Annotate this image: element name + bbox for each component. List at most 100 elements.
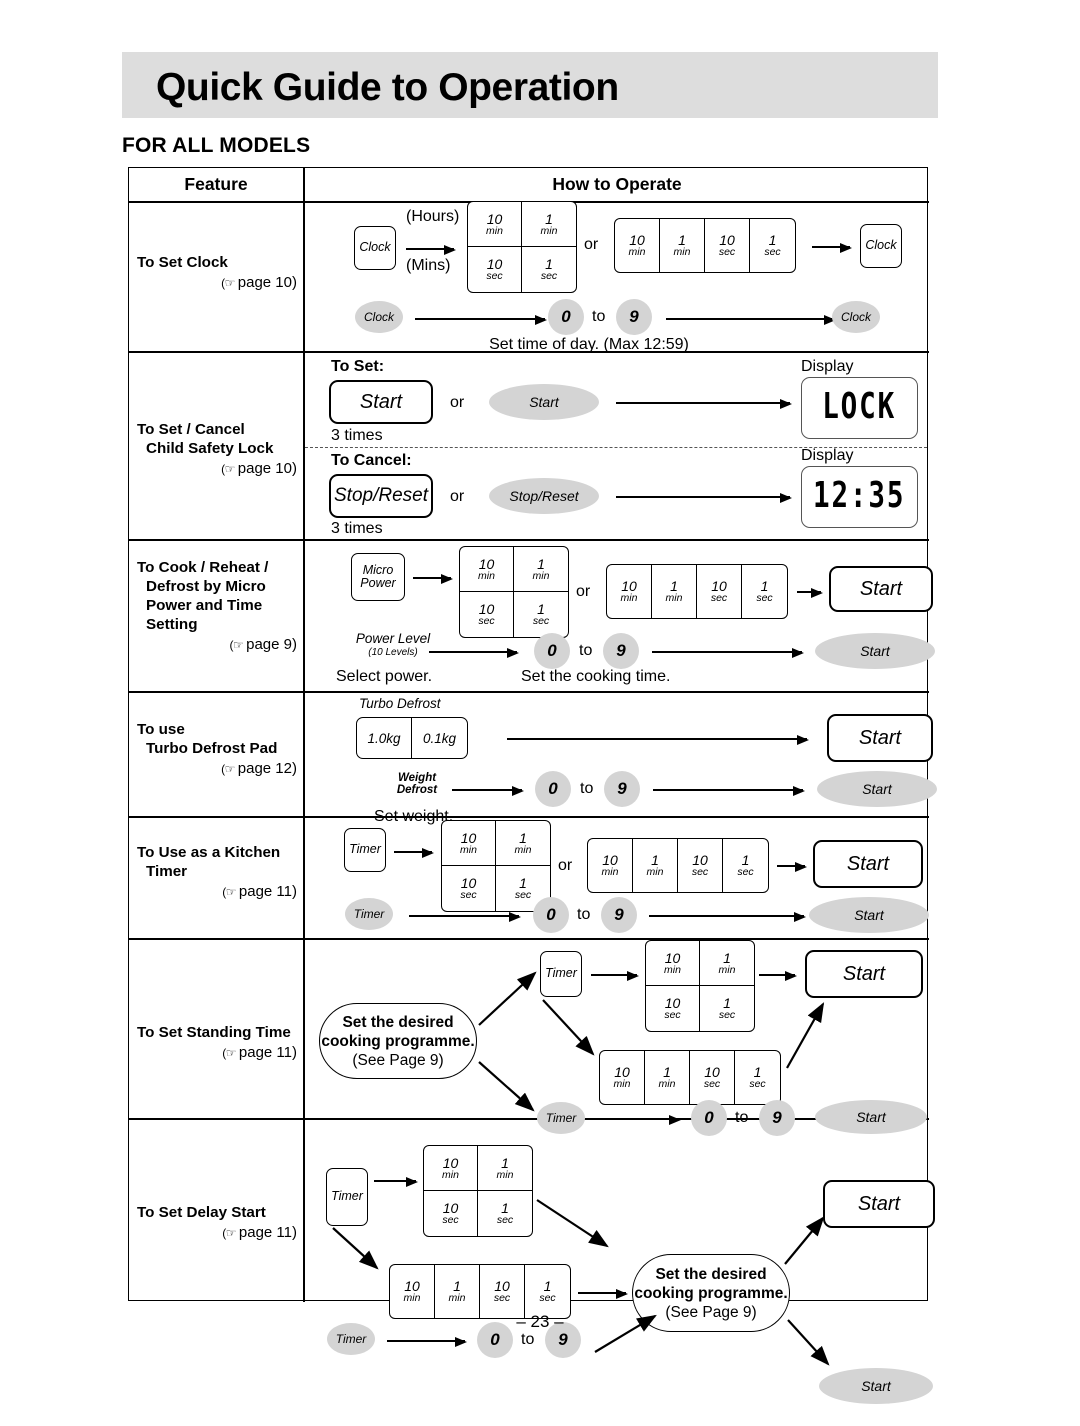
pad-1-min[interactable]: 1 min bbox=[522, 202, 576, 247]
arrow-right bbox=[415, 314, 547, 325]
arrow-right bbox=[652, 647, 804, 658]
time-pad-1x4[interactable]: 10 min 1 min 10 sec 1 sec bbox=[606, 564, 788, 619]
pad-10-sec[interactable]: 10 sec bbox=[690, 1051, 735, 1104]
start-pad[interactable]: Start bbox=[489, 384, 599, 420]
pad-10-min[interactable]: 10 min bbox=[600, 1051, 645, 1104]
pad-1-sec[interactable]: 1 sec bbox=[525, 1265, 570, 1318]
pad-10-sec[interactable]: 10 sec bbox=[678, 839, 723, 892]
timer-key[interactable]: Timer bbox=[540, 951, 582, 997]
pad-1-min[interactable]: 1 min bbox=[514, 547, 568, 592]
pad-1-sec[interactable]: 1 sec bbox=[742, 565, 787, 618]
pad-10-sec[interactable]: 10 sec bbox=[442, 866, 496, 911]
arrow-right bbox=[409, 911, 521, 922]
digit-9-pad[interactable]: 9 bbox=[616, 299, 652, 335]
pad-10-min[interactable]: 10 min bbox=[468, 202, 522, 247]
time-pad-1x4[interactable]: 10 min 1 min 10 sec 1 sec bbox=[389, 1264, 571, 1319]
pad-1-sec[interactable]: 1 sec bbox=[522, 247, 576, 292]
pad-1-min[interactable]: 1 min bbox=[478, 1146, 532, 1191]
pad-10-sec[interactable]: 10 sec bbox=[480, 1265, 525, 1318]
pad-10-min[interactable]: 10 min bbox=[460, 547, 514, 592]
turbo-defrost-pad[interactable]: 1.0kg 0.1kg bbox=[356, 717, 468, 759]
pad-10-min[interactable]: 10 min bbox=[390, 1265, 435, 1318]
pad-10-min[interactable]: 10 min bbox=[615, 219, 660, 272]
pad-1-min[interactable]: 1 min bbox=[496, 821, 550, 866]
micro-power-key[interactable]: Micro Power bbox=[351, 553, 405, 601]
pad-10-sec[interactable]: 10 sec bbox=[468, 247, 522, 292]
time-pad-2x2[interactable]: 10 min 1 min 10 sec 1 sec bbox=[441, 820, 551, 912]
digit-0-pad[interactable]: 0 bbox=[535, 771, 571, 807]
pad-1-sec[interactable]: 1 sec bbox=[514, 592, 568, 637]
power-level-pad[interactable]: Power Level (10 Levels) bbox=[354, 632, 432, 659]
pad-1-sec[interactable]: 1 sec bbox=[723, 839, 768, 892]
start-key[interactable]: Start bbox=[329, 380, 433, 424]
pad-1-sec[interactable]: 1 sec bbox=[735, 1051, 780, 1104]
pad-1-min[interactable]: 1 min bbox=[660, 219, 705, 272]
pad-1-sec[interactable]: 1 sec bbox=[750, 219, 795, 272]
page-reference: (☞ page 12) bbox=[221, 760, 297, 777]
to-set-label: To Set: bbox=[331, 358, 385, 375]
start-pad[interactable]: Start bbox=[817, 771, 937, 807]
pad-10-min[interactable]: 10 min bbox=[424, 1146, 478, 1191]
time-pad-2x2[interactable]: 10 min 1 min 10 sec 1 sec bbox=[467, 201, 577, 293]
pad-1-sec[interactable]: 1 sec bbox=[478, 1191, 532, 1236]
pad-10-sec[interactable]: 10 sec bbox=[705, 219, 750, 272]
timer-key[interactable]: Timer bbox=[326, 1168, 368, 1226]
stop-reset-pad[interactable]: Stop/Reset bbox=[489, 478, 599, 514]
start-pad[interactable]: Start bbox=[819, 1368, 933, 1404]
digit-0-pad[interactable]: 0 bbox=[548, 299, 584, 335]
digit-0-pad[interactable]: 0 bbox=[533, 897, 569, 933]
clock-key[interactable]: Clock bbox=[860, 224, 902, 268]
arrow-right bbox=[578, 1288, 628, 1299]
start-key[interactable]: Start bbox=[813, 840, 923, 888]
digit-0-pad[interactable]: 0 bbox=[534, 633, 570, 669]
start-key[interactable]: Start bbox=[827, 714, 933, 762]
stop-reset-key[interactable]: Stop/Reset bbox=[329, 474, 433, 518]
clock-pad[interactable]: Clock bbox=[832, 301, 880, 333]
timer-pad[interactable]: Timer bbox=[345, 898, 393, 930]
pad-1-min[interactable]: 1 min bbox=[652, 565, 697, 618]
digit-9-pad[interactable]: 9 bbox=[759, 1100, 795, 1136]
clock-pad[interactable]: Clock bbox=[355, 301, 403, 333]
start-key[interactable]: Start bbox=[805, 950, 923, 998]
pad-10-min[interactable]: 10 min bbox=[646, 941, 700, 986]
time-pad-1x4[interactable]: 10 min 1 min 10 sec 1 sec bbox=[587, 838, 769, 893]
pad-10-min[interactable]: 10 min bbox=[442, 821, 496, 866]
digit-9-pad[interactable]: 9 bbox=[601, 897, 637, 933]
start-key[interactable]: Start bbox=[829, 566, 933, 612]
start-key[interactable]: Start bbox=[823, 1180, 935, 1228]
digit-0-pad[interactable]: 0 bbox=[691, 1100, 727, 1136]
time-pad-1x4[interactable]: 10 min 1 min 10 sec 1 sec bbox=[599, 1050, 781, 1105]
row-divider bbox=[129, 816, 929, 818]
time-pad-1x4[interactable]: 10 min 1 min 10 sec 1 sec bbox=[614, 218, 796, 273]
time-pad-2x2[interactable]: 10 min 1 min 10 sec 1 sec bbox=[423, 1145, 533, 1237]
arrow-diagonal-up bbox=[478, 971, 537, 1026]
pad-1-min[interactable]: 1 min bbox=[633, 839, 678, 892]
pad-10-min[interactable]: 10 min bbox=[607, 565, 652, 618]
pad-10-sec[interactable]: 10 sec bbox=[646, 986, 700, 1031]
start-pad[interactable]: Start bbox=[815, 1100, 927, 1134]
feature-title: To Cook / Reheat / bbox=[137, 559, 269, 576]
weight-1kg-key[interactable]: 1.0kg bbox=[357, 718, 412, 758]
time-pad-2x2[interactable]: 10 min 1 min 10 sec 1 sec bbox=[645, 940, 755, 1032]
weight-defrost-pad[interactable]: Weight Defrost bbox=[389, 772, 445, 796]
start-pad[interactable]: Start bbox=[815, 633, 935, 669]
pad-1-min[interactable]: 1 min bbox=[645, 1051, 690, 1104]
timer-key[interactable]: Timer bbox=[344, 828, 386, 872]
timer-pad[interactable]: Timer bbox=[537, 1102, 585, 1134]
weight-0-1kg-key[interactable]: 0.1kg bbox=[412, 718, 467, 758]
digit-9-pad[interactable]: 9 bbox=[603, 633, 639, 669]
pad-10-sec[interactable]: 10 sec bbox=[460, 592, 514, 637]
pad-1-min[interactable]: 1 min bbox=[700, 941, 754, 986]
start-pad[interactable]: Start bbox=[809, 897, 929, 933]
cooking-programme-capsule[interactable]: Set the desired cooking programme. (See … bbox=[319, 1003, 477, 1079]
pad-1-min[interactable]: 1 min bbox=[435, 1265, 480, 1318]
pad-10-min[interactable]: 10 min bbox=[588, 839, 633, 892]
pad-1-sec[interactable]: 1 sec bbox=[700, 986, 754, 1031]
pad-10-sec[interactable]: 10 sec bbox=[697, 565, 742, 618]
clock-key[interactable]: Clock bbox=[354, 226, 396, 270]
or-label: or bbox=[450, 394, 465, 411]
time-pad-2x2[interactable]: 10 min 1 min 10 sec 1 sec bbox=[459, 546, 569, 638]
arrow-diagonal-down bbox=[536, 1199, 609, 1248]
pad-10-sec[interactable]: 10 sec bbox=[424, 1191, 478, 1236]
digit-9-pad[interactable]: 9 bbox=[604, 771, 640, 807]
